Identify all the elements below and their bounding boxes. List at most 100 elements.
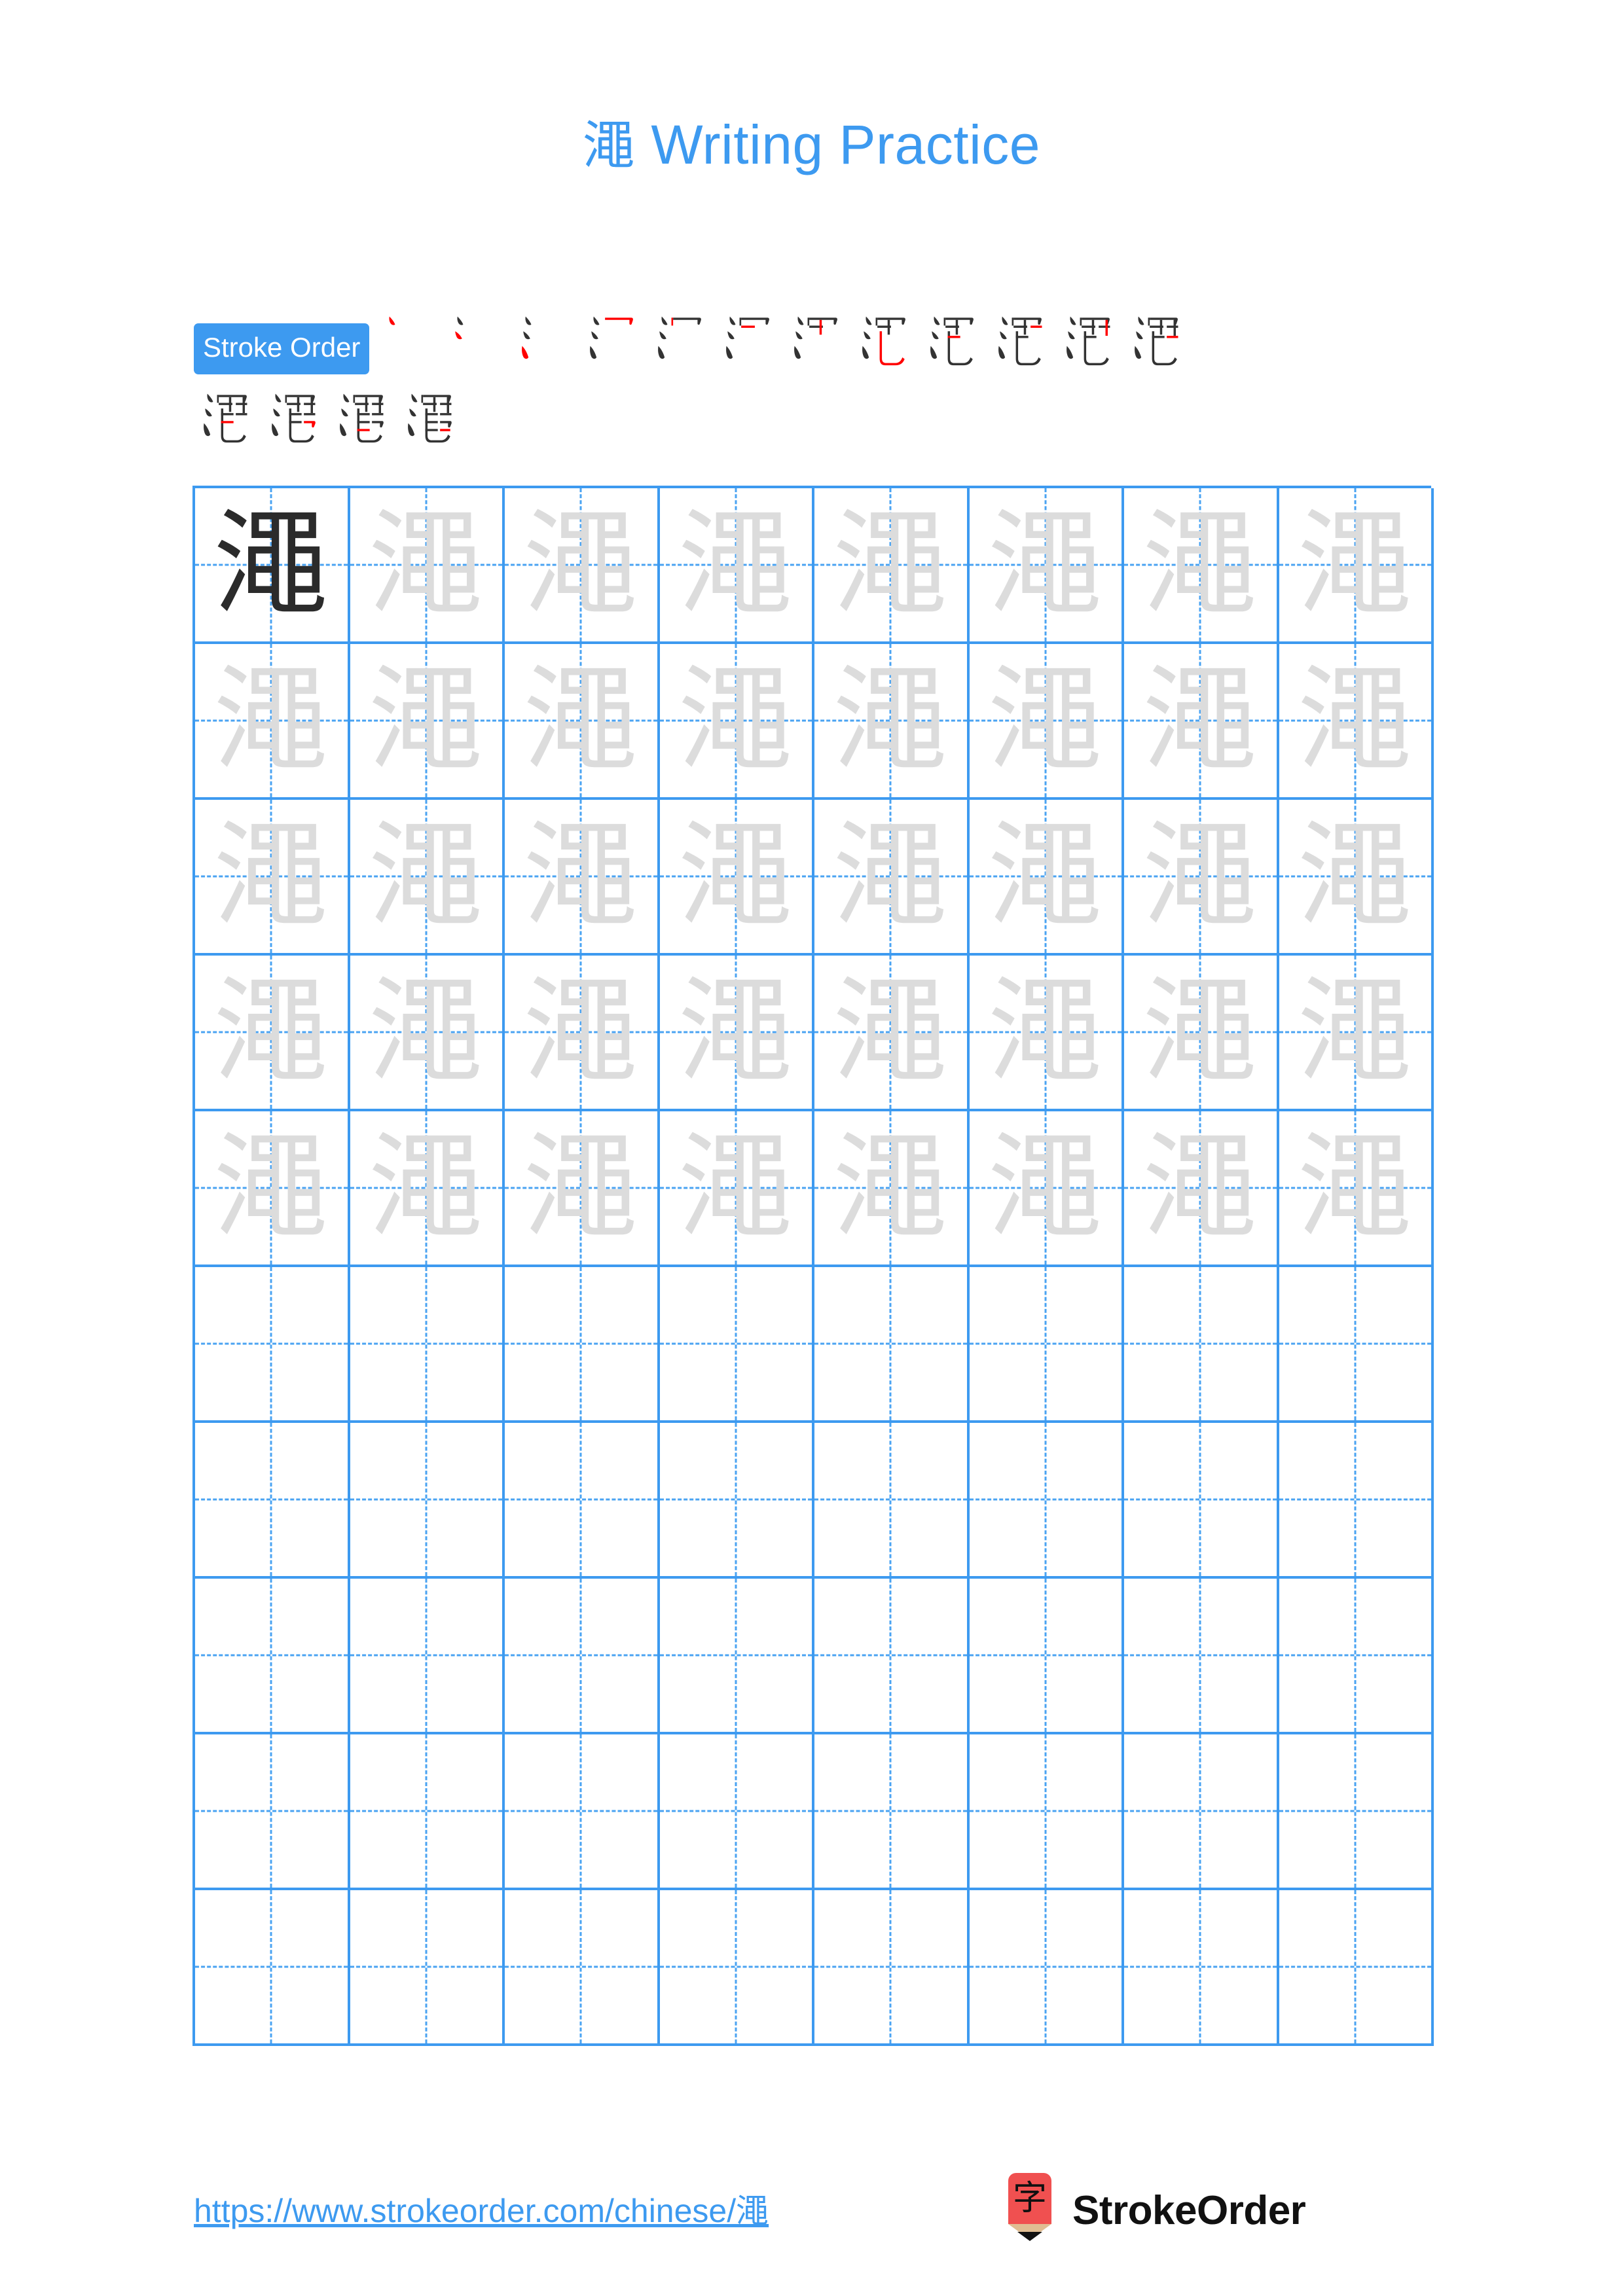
grid-cell-r3-c7[interactable]: 澠 (1124, 800, 1279, 956)
grid-cell-r8-c1[interactable] (195, 1579, 350, 1734)
grid-cell-r6-c5[interactable] (814, 1267, 970, 1423)
grid-row: 澠澠澠澠澠澠澠澠 (195, 488, 1434, 644)
grid-cell-r1-c7[interactable]: 澠 (1124, 488, 1279, 644)
grid-cell-r6-c3[interactable] (505, 1267, 660, 1423)
grid-cell-r10-c4[interactable] (659, 1890, 814, 2046)
grid-cell-r4-c1[interactable]: 澠 (195, 956, 350, 1111)
grid-cell-r5-c4[interactable]: 澠 (659, 1111, 814, 1267)
grid-cell-r6-c6[interactable] (969, 1267, 1124, 1423)
grid-cell-r2-c3[interactable]: 澠 (505, 644, 660, 800)
stroke-step-8 (852, 306, 921, 374)
grid-cell-r9-c8[interactable] (1279, 1734, 1434, 1890)
grid-cell-r10-c2[interactable] (350, 1890, 505, 2046)
stroke-path-13 (357, 421, 370, 423)
grid-cell-r5-c6[interactable]: 澠 (969, 1111, 1124, 1267)
grid-cell-r4-c4[interactable]: 澠 (659, 956, 814, 1111)
grid-cell-r8-c6[interactable] (969, 1579, 1124, 1734)
grid-cell-r10-c8[interactable] (1279, 1890, 1434, 2046)
grid-cell-r9-c1[interactable] (195, 1734, 350, 1890)
grid-cell-r5-c1[interactable]: 澠 (195, 1111, 350, 1267)
grid-cell-r7-c8[interactable] (1279, 1423, 1434, 1579)
grid-cell-r2-c7[interactable]: 澠 (1124, 644, 1279, 800)
grid-cell-r6-c1[interactable] (195, 1267, 350, 1423)
grid-cell-r7-c6[interactable] (969, 1423, 1124, 1579)
grid-cell-r10-c1[interactable] (195, 1890, 350, 2046)
grid-cell-r5-c8[interactable]: 澠 (1279, 1111, 1434, 1267)
grid-cell-r4-c3[interactable]: 澠 (505, 956, 660, 1111)
stroke-path-2 (1000, 331, 1008, 340)
grid-row: 澠澠澠澠澠澠澠澠 (195, 800, 1434, 956)
grid-cell-r3-c4[interactable]: 澠 (659, 800, 814, 956)
grid-cell-r1-c3[interactable]: 澠 (505, 488, 660, 644)
stroke-path-2 (591, 331, 599, 340)
grid-cell-r9-c2[interactable] (350, 1734, 505, 1890)
grid-cell-r2-c6[interactable]: 澠 (969, 644, 1124, 800)
grid-cell-r1-c8[interactable]: 澠 (1279, 488, 1434, 644)
stroke-path-13 (221, 421, 234, 423)
grid-cell-r8-c8[interactable] (1279, 1579, 1434, 1734)
grid-cell-r9-c6[interactable] (969, 1734, 1124, 1890)
stroke-step-9 (921, 306, 989, 374)
practice-character: 澠 (678, 1121, 793, 1255)
grid-cell-r9-c3[interactable] (505, 1734, 660, 1890)
grid-cell-r2-c4[interactable]: 澠 (659, 644, 814, 800)
grid-cell-r3-c6[interactable]: 澠 (969, 800, 1124, 956)
grid-cell-r2-c1[interactable]: 澠 (195, 644, 350, 800)
practice-character: 澠 (1297, 497, 1413, 632)
grid-cell-r7-c4[interactable] (659, 1423, 814, 1579)
grid-cell-r2-c8[interactable]: 澠 (1279, 644, 1434, 800)
grid-cell-r5-c5[interactable]: 澠 (814, 1111, 970, 1267)
grid-cell-r6-c7[interactable] (1124, 1267, 1279, 1423)
grid-cell-r2-c2[interactable]: 澠 (350, 644, 505, 800)
grid-cell-r10-c3[interactable] (505, 1890, 660, 2046)
grid-cell-r1-c6[interactable]: 澠 (969, 488, 1124, 644)
grid-cell-r4-c6[interactable]: 澠 (969, 956, 1124, 1111)
grid-cell-r8-c4[interactable] (659, 1579, 814, 1734)
grid-cell-r7-c7[interactable] (1124, 1423, 1279, 1579)
grid-cell-r8-c2[interactable] (350, 1579, 505, 1734)
grid-cell-r4-c7[interactable]: 澠 (1124, 956, 1279, 1111)
grid-cell-r9-c4[interactable] (659, 1734, 814, 1890)
grid-cell-r4-c8[interactable]: 澠 (1279, 956, 1434, 1111)
grid-cell-r2-c5[interactable]: 澠 (814, 644, 970, 800)
stroke-path-5 (807, 317, 810, 326)
stroke-path-3 (658, 346, 665, 359)
grid-cell-r3-c2[interactable]: 澠 (350, 800, 505, 956)
grid-cell-r7-c3[interactable] (505, 1423, 660, 1579)
grid-cell-r10-c6[interactable] (969, 1890, 1124, 2046)
grid-cell-r4-c5[interactable]: 澠 (814, 956, 970, 1111)
grid-cell-r5-c3[interactable]: 澠 (505, 1111, 660, 1267)
stroke-order-badge: Stroke Order (194, 323, 370, 374)
grid-cell-r5-c2[interactable]: 澠 (350, 1111, 505, 1267)
grid-cell-r3-c1[interactable]: 澠 (195, 800, 350, 956)
grid-cell-r7-c1[interactable] (195, 1423, 350, 1579)
source-url-link[interactable]: https://www.strokeorder.com/chinese/澠 (194, 2185, 769, 2232)
grid-cell-r1-c1[interactable]: 澠 (195, 488, 350, 644)
grid-cell-r7-c5[interactable] (814, 1423, 970, 1579)
grid-cell-r1-c4[interactable]: 澠 (659, 488, 814, 644)
grid-cell-r9-c5[interactable] (814, 1734, 970, 1890)
grid-cell-r3-c8[interactable]: 澠 (1279, 800, 1434, 956)
grid-cell-r3-c3[interactable]: 澠 (505, 800, 660, 956)
stroke-step-13 (194, 384, 262, 452)
brand-logo-group[interactable]: 字 StrokeOrder (1002, 2172, 1306, 2249)
stroke-path-3 (522, 346, 529, 359)
grid-cell-r8-c3[interactable] (505, 1579, 660, 1734)
grid-cell-r10-c7[interactable] (1124, 1890, 1279, 2046)
grid-cell-r10-c5[interactable] (814, 1890, 970, 2046)
stroke-path-11 (1173, 319, 1176, 336)
grid-cell-r3-c5[interactable]: 澠 (814, 800, 970, 956)
grid-cell-r8-c5[interactable] (814, 1579, 970, 1734)
grid-cell-r1-c5[interactable]: 澠 (814, 488, 970, 644)
grid-cell-r6-c4[interactable] (659, 1267, 814, 1423)
grid-cell-r8-c7[interactable] (1124, 1579, 1279, 1734)
stroke-path-5 (353, 395, 356, 403)
grid-cell-r6-c2[interactable] (350, 1267, 505, 1423)
grid-cell-r9-c7[interactable] (1124, 1734, 1279, 1890)
grid-cell-r6-c8[interactable] (1279, 1267, 1434, 1423)
grid-cell-r1-c2[interactable]: 澠 (350, 488, 505, 644)
stroke-path-3 (408, 423, 415, 437)
grid-cell-r5-c7[interactable]: 澠 (1124, 1111, 1279, 1267)
grid-cell-r7-c2[interactable] (350, 1423, 505, 1579)
grid-cell-r4-c2[interactable]: 澠 (350, 956, 505, 1111)
